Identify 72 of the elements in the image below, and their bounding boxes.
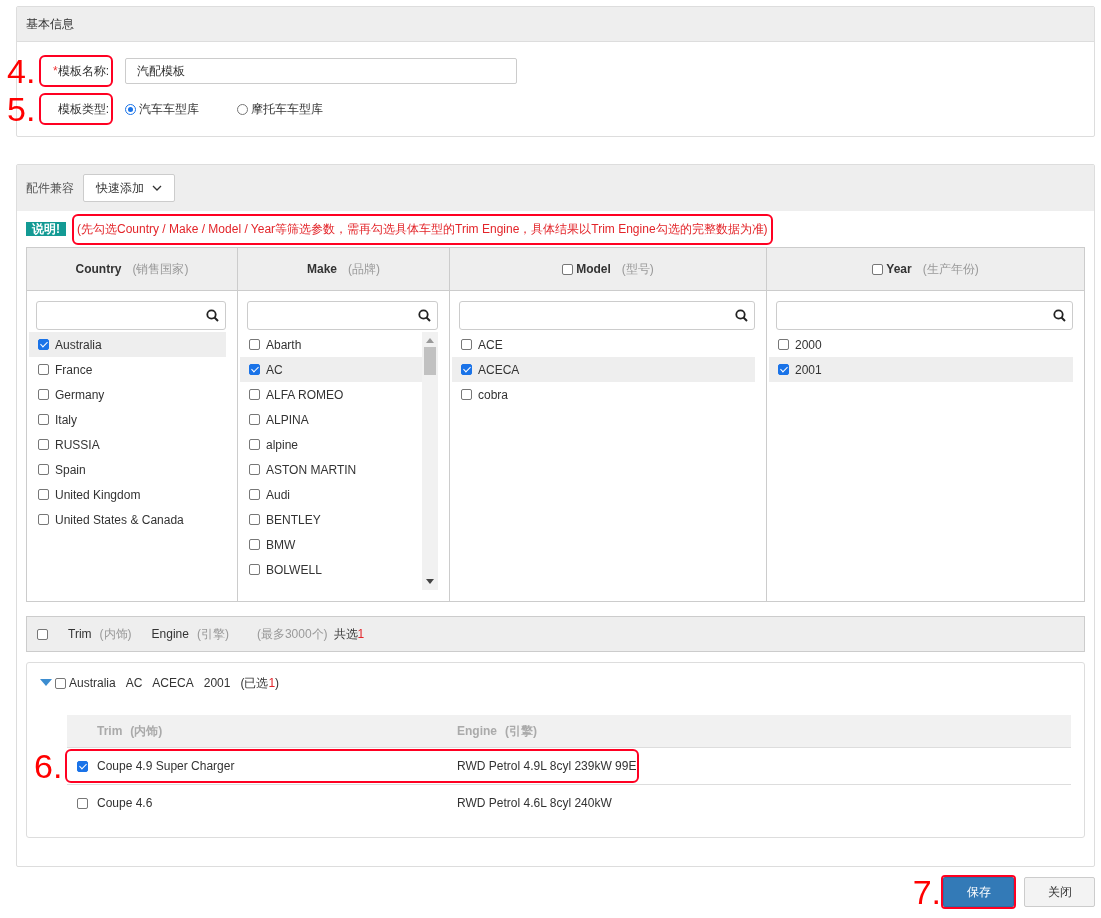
search-field[interactable] <box>36 301 226 330</box>
filter-option[interactable]: Italy <box>29 407 226 432</box>
trim-label: Trim (内饰) <box>68 625 132 643</box>
filter-option[interactable]: ASTON MARTIN <box>240 457 422 482</box>
filter-option[interactable]: BOLWELL <box>240 557 422 582</box>
filter-option[interactable]: BENTLEY <box>240 507 422 532</box>
radio-option[interactable]: 汽车车型库 <box>125 100 199 118</box>
filter-option[interactable]: France <box>29 357 226 382</box>
filter-option[interactable]: Australia <box>29 332 226 357</box>
column-header: Model (型号) <box>450 248 766 291</box>
expand-triangle-icon[interactable] <box>40 679 52 687</box>
row-checkbox[interactable] <box>76 760 88 772</box>
chevron-down-icon <box>152 185 162 191</box>
filter-option[interactable]: Germany <box>29 382 226 407</box>
search-field[interactable] <box>776 301 1073 330</box>
search-icon <box>735 309 748 322</box>
template-name-input[interactable]: 汽配模板 <box>125 58 517 84</box>
filter-option[interactable]: 2000 <box>769 332 1073 357</box>
annotation-number: 5. <box>7 92 36 126</box>
group-checkbox[interactable] <box>55 677 66 689</box>
scroll-thumb[interactable] <box>424 347 436 375</box>
column-header: Make (品牌) <box>238 248 449 291</box>
note-text: (先勾选Country / Make / Model / Year等筛选参数，需再勾选具体车型的Trim Engine，具体结果以Trim Engine勾选的完整数据为准) <box>74 215 771 243</box>
filter-option[interactable]: BMW <box>240 532 422 557</box>
annotation-number: 4. <box>7 54 36 88</box>
panel-title: 配件兼容 <box>26 179 74 197</box>
filter-option[interactable]: RUSSIA <box>29 432 226 457</box>
total-count: 共选1 <box>333 625 365 643</box>
filter-option[interactable]: ACECA <box>452 357 755 382</box>
radio-option[interactable]: 摩托车车型库 <box>237 100 323 118</box>
limit-text: (最多3000个) <box>256 625 328 643</box>
group-title: Australia AC ACECA 2001 (已选1) <box>69 674 280 692</box>
filter-option[interactable]: ALFA ROMEO <box>240 382 422 407</box>
row-checkbox[interactable] <box>76 797 88 809</box>
annotation-number: 6. <box>34 749 63 783</box>
filter-option[interactable]: ACE <box>452 332 755 357</box>
filter-option[interactable]: Abarth <box>240 332 422 357</box>
table-cell-text: RWD Petrol 4.6L 8cyl 240kW <box>457 796 613 810</box>
scrollbar[interactable] <box>422 332 438 590</box>
note-badge: 说明! <box>26 222 66 236</box>
search-icon <box>206 309 219 322</box>
select-all-checkbox[interactable] <box>37 628 48 640</box>
search-icon <box>1053 309 1066 322</box>
search-field[interactable] <box>459 301 755 330</box>
filter-option[interactable]: United States & Canada <box>29 507 226 532</box>
panel-title: 基本信息 <box>17 7 1094 42</box>
search-field[interactable] <box>247 301 438 330</box>
search-icon <box>418 309 431 322</box>
filter-option[interactable]: cobra <box>452 382 755 407</box>
table-cell-text: Coupe 4.9 Super Charger <box>97 759 236 773</box>
filter-option[interactable]: Audi <box>240 482 422 507</box>
filter-option[interactable]: Spain <box>29 457 226 482</box>
annotation-number: 7. <box>912 875 941 909</box>
field-label: 模板类型: <box>41 95 111 123</box>
filter-option[interactable]: ALPINA <box>240 407 422 432</box>
quick-add-dropdown[interactable]: 快速添加 <box>83 174 175 202</box>
engine-label: Engine (引擎) <box>151 625 229 643</box>
filter-option[interactable]: AC <box>240 357 422 382</box>
field-label: *模板名称: <box>41 57 111 85</box>
filter-option[interactable]: 2001 <box>769 357 1073 382</box>
filter-option[interactable]: United Kingdom <box>29 482 226 507</box>
filter-option[interactable]: alpine <box>240 432 422 457</box>
close-button[interactable]: 关闭 <box>1024 877 1095 907</box>
column-header: Trim (内饰) <box>97 722 164 740</box>
save-button[interactable]: 保存 <box>943 877 1014 907</box>
column-header: Country (销售国家) <box>27 248 237 291</box>
column-header: Engine (引擎) <box>457 722 538 740</box>
scroll-down-icon[interactable] <box>426 579 434 584</box>
table-cell-text: Coupe 4.6 <box>97 796 154 810</box>
column-header: Year (生产年份) <box>767 248 1084 291</box>
scroll-up-icon[interactable] <box>426 338 434 343</box>
table-cell: RWD Petrol 4.9L 8cyl 239kW 99E <box>457 759 637 773</box>
